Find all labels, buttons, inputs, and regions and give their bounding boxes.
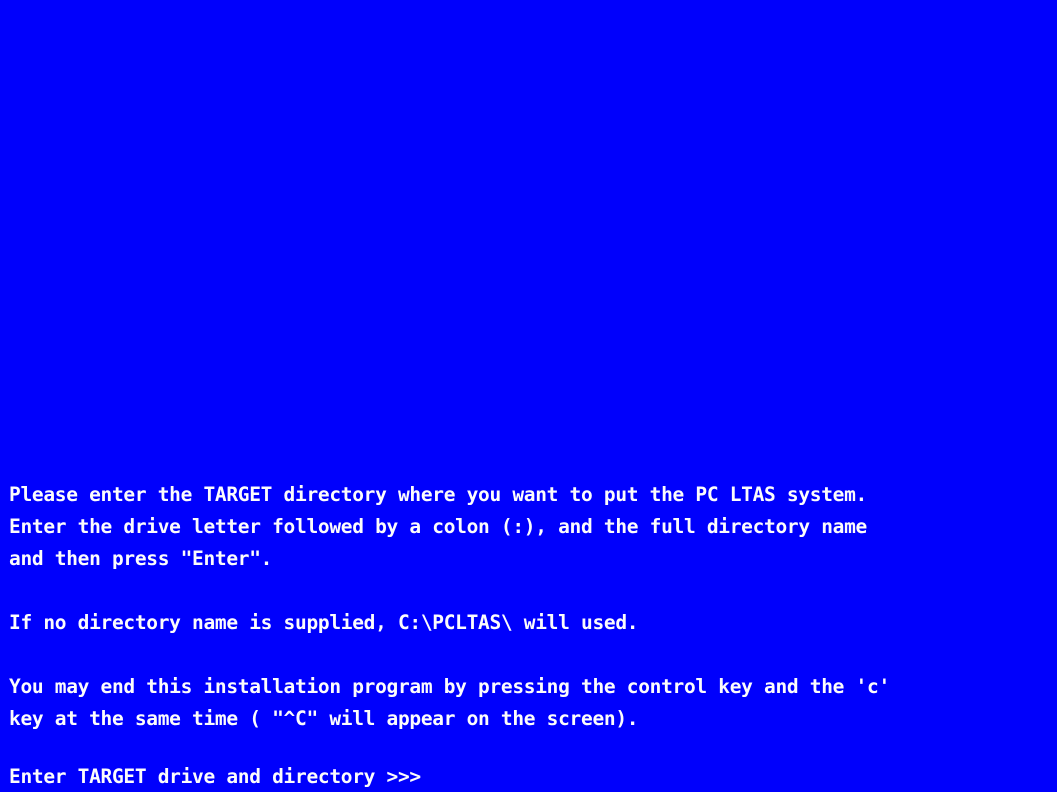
instruction-line-2: Enter the drive letter followed by a col…: [9, 515, 868, 538]
instruction-line-3: and then press "Enter".: [9, 547, 273, 570]
target-directory-input[interactable]: [420, 766, 973, 788]
target-directory-prompt-row: Enter TARGET drive and directory >>>: [9, 766, 973, 788]
instruction-line-1: Please enter the TARGET directory where …: [9, 483, 868, 506]
default-directory-note: If no directory name is supplied, C:\PCL…: [9, 611, 639, 634]
exit-instruction-line-2: key at the same time ( "^C" will appear …: [9, 707, 639, 730]
target-directory-prompt: Enter TARGET drive and directory >>>: [9, 765, 421, 788]
exit-instruction-line-1: You may end this installation program by…: [9, 675, 890, 698]
dos-installer-screen: Please enter the TARGET directory where …: [0, 0, 1057, 792]
